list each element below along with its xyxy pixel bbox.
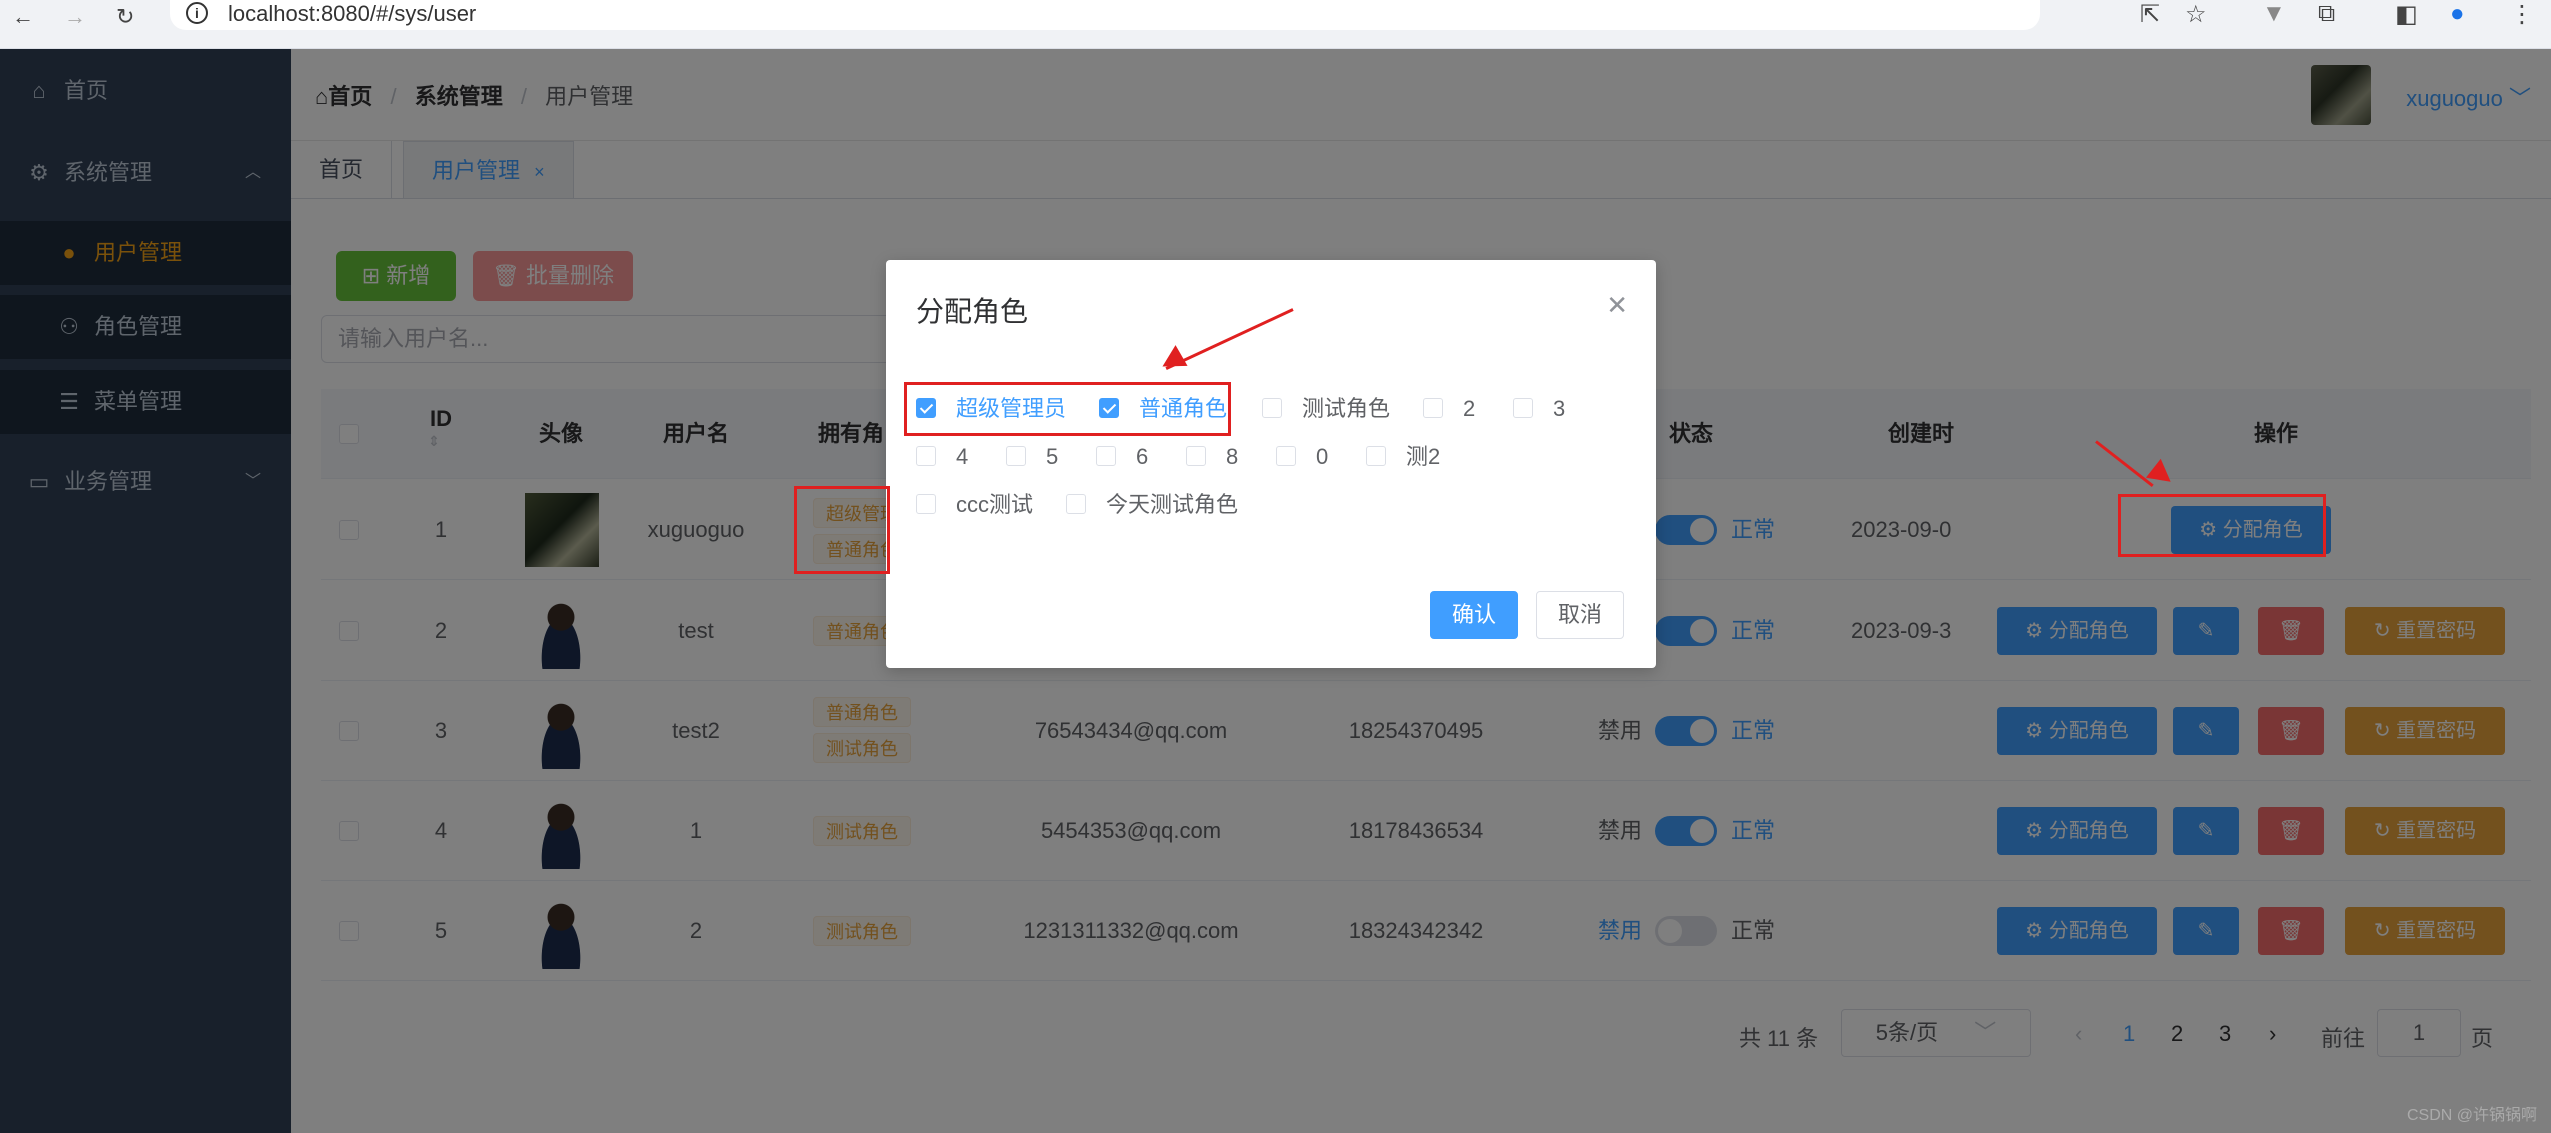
checkbox-icon bbox=[1423, 398, 1443, 419]
checkbox-icon bbox=[1186, 446, 1206, 467]
browser-toolbar: ← → ↻ i localhost:8080/#/sys/user ⇱ ☆ ▼ … bbox=[0, 0, 2551, 49]
cancel-button[interactable]: 取消 bbox=[1536, 591, 1624, 639]
checkbox-icon bbox=[916, 446, 936, 467]
role-checkbox-today-test[interactable]: 今天测试角色 bbox=[1066, 492, 1238, 518]
checkbox-icon bbox=[1513, 398, 1533, 419]
role-checkbox-ce2[interactable]: 测2 bbox=[1366, 444, 1440, 470]
reload-icon[interactable]: ↻ bbox=[116, 4, 134, 30]
role-checkbox-5[interactable]: 5 bbox=[1006, 444, 1058, 470]
role-checkbox-ccc[interactable]: ccc测试 bbox=[916, 492, 1033, 518]
checkbox-icon bbox=[1262, 398, 1282, 419]
bookmark-star-icon[interactable]: ☆ bbox=[2185, 0, 2207, 29]
checkbox-icon bbox=[1006, 446, 1026, 467]
role-checkbox-6[interactable]: 6 bbox=[1096, 444, 1148, 470]
checkbox-icon bbox=[1066, 494, 1086, 515]
forward-icon[interactable]: → bbox=[64, 4, 86, 30]
role-checkbox-4[interactable]: 4 bbox=[916, 444, 968, 470]
role-checkbox-test[interactable]: 测试角色 bbox=[1262, 396, 1390, 422]
annotation-box-roles-column bbox=[794, 486, 890, 574]
checkbox-icon bbox=[1366, 446, 1386, 467]
role-checkbox-8[interactable]: 8 bbox=[1186, 444, 1238, 470]
annotation-box-dialog-checked bbox=[904, 382, 1231, 436]
share-icon[interactable]: ⇱ bbox=[2140, 0, 2160, 29]
url-text: localhost:8080/#/sys/user bbox=[228, 1, 477, 26]
back-icon[interactable]: ← bbox=[12, 4, 34, 30]
watermark: CSDN @许锅锅啊 bbox=[2406, 1107, 2537, 1124]
confirm-button[interactable]: 确认 bbox=[1430, 591, 1518, 639]
role-checkbox-2[interactable]: 2 bbox=[1423, 396, 1475, 422]
dialog-title: 分配角色 bbox=[916, 296, 1029, 327]
close-icon[interactable]: ✕ bbox=[1606, 290, 1628, 321]
role-checkbox-3[interactable]: 3 bbox=[1513, 396, 1565, 422]
extension-v-icon[interactable]: ▼ bbox=[2262, 0, 2286, 28]
annotation-box-assign-button bbox=[2118, 494, 2326, 557]
more-menu-icon[interactable]: ⋮ bbox=[2510, 0, 2534, 29]
checkbox-icon bbox=[1276, 446, 1296, 467]
profile-icon[interactable]: ● bbox=[2450, 0, 2465, 28]
role-checkbox-0[interactable]: 0 bbox=[1276, 444, 1328, 470]
info-icon[interactable]: i bbox=[186, 2, 208, 24]
address-bar[interactable]: i localhost:8080/#/sys/user bbox=[170, 0, 2040, 30]
extensions-icon[interactable]: ⧉ bbox=[2318, 0, 2335, 28]
checkbox-icon bbox=[916, 494, 936, 515]
sidepanel-icon[interactable]: ◧ bbox=[2395, 0, 2418, 29]
checkbox-icon bbox=[1096, 446, 1116, 467]
